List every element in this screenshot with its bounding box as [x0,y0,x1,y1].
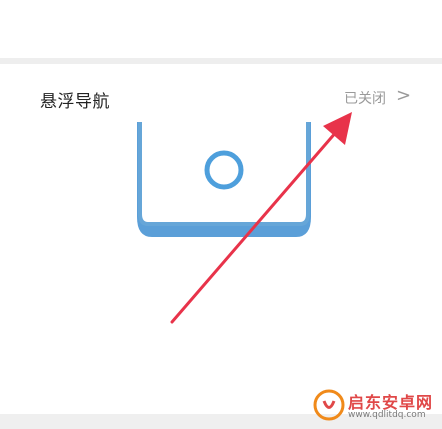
setting-status-value[interactable]: 已关闭 [344,88,386,108]
watermark: 启东安卓网 www.qdlitdq.com [312,386,442,429]
watermark-url: www.qdlitdq.com [348,410,426,420]
top-card [0,0,442,58]
watermark-logo-icon [313,389,345,421]
phone-floating-nav-illustration [137,122,311,237]
phone-screen [138,122,310,226]
setting-title: 悬浮导航 [40,92,110,112]
chevron-right-icon[interactable]: > [396,86,411,106]
